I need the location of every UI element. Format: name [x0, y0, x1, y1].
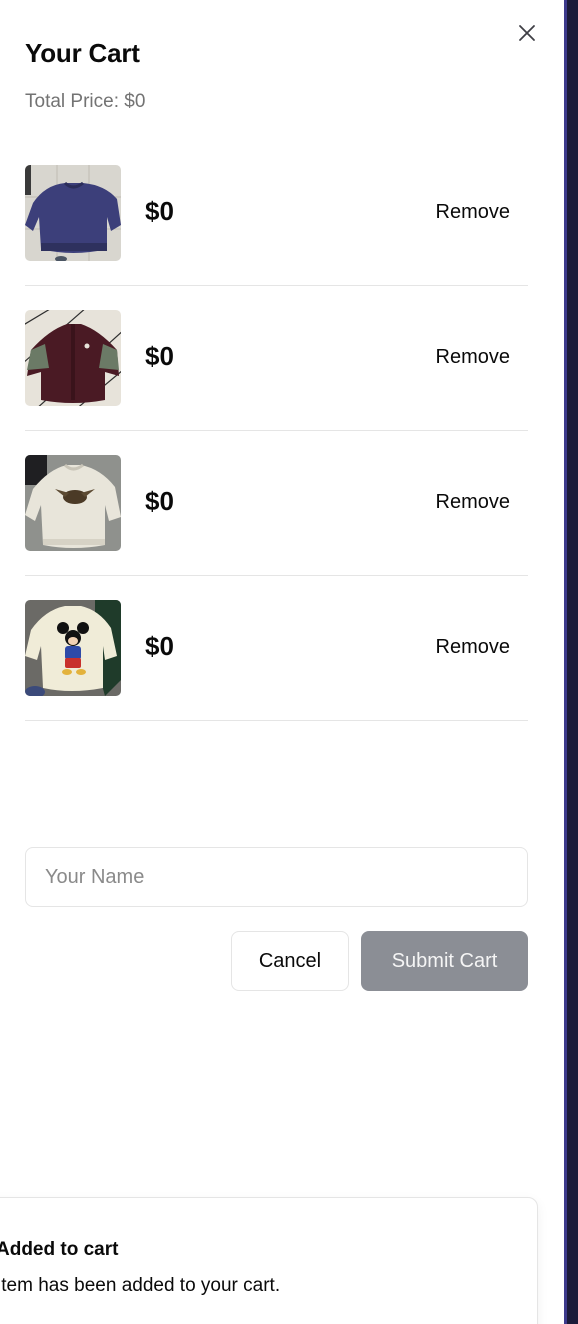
cart-item: $0 Remove [25, 431, 528, 576]
close-icon [519, 25, 535, 41]
cart-item: $0 Remove [25, 576, 528, 721]
item-image-navy-sweatshirt [25, 165, 121, 261]
item-price: $0 [145, 196, 174, 226]
item-price: $0 [145, 631, 174, 661]
cart-item: $0 Remove [25, 286, 528, 431]
cancel-button[interactable]: Cancel [231, 931, 349, 991]
cart-item-list: $0 Remove $0 Remove $0 Remove $0 Remove [25, 141, 528, 721]
toast-description: Item has been added to your cart. [0, 1275, 281, 1296]
remove-button[interactable]: Remove [428, 342, 518, 373]
remove-button[interactable]: Remove [428, 632, 518, 663]
item-price: $0 [145, 341, 174, 371]
toast-title: Added to cart [0, 1239, 119, 1260]
item-image-maroon-jacket [25, 310, 121, 406]
item-price: $0 [145, 486, 174, 516]
close-button[interactable] [514, 20, 540, 46]
item-image-cream-sweatshirt [25, 455, 121, 551]
toast-notification: Added to cart Item has been added to you… [0, 1197, 538, 1324]
total-price: Total Price: $0 [25, 91, 146, 112]
cart-item: $0 Remove [25, 141, 528, 286]
submit-cart-button[interactable]: Submit Cart [361, 931, 528, 991]
cart-sheet: Your Cart Total Price: $0 $0 Remove $0 R… [0, 0, 564, 1324]
page: Your Cart Total Price: $0 $0 Remove $0 R… [0, 0, 578, 1324]
remove-button[interactable]: Remove [428, 487, 518, 518]
item-image-mickey-sweatshirt [25, 600, 121, 696]
name-input[interactable] [25, 847, 528, 907]
cart-title: Your Cart [25, 38, 140, 68]
remove-button[interactable]: Remove [428, 197, 518, 228]
overlay-edge [564, 0, 578, 1324]
